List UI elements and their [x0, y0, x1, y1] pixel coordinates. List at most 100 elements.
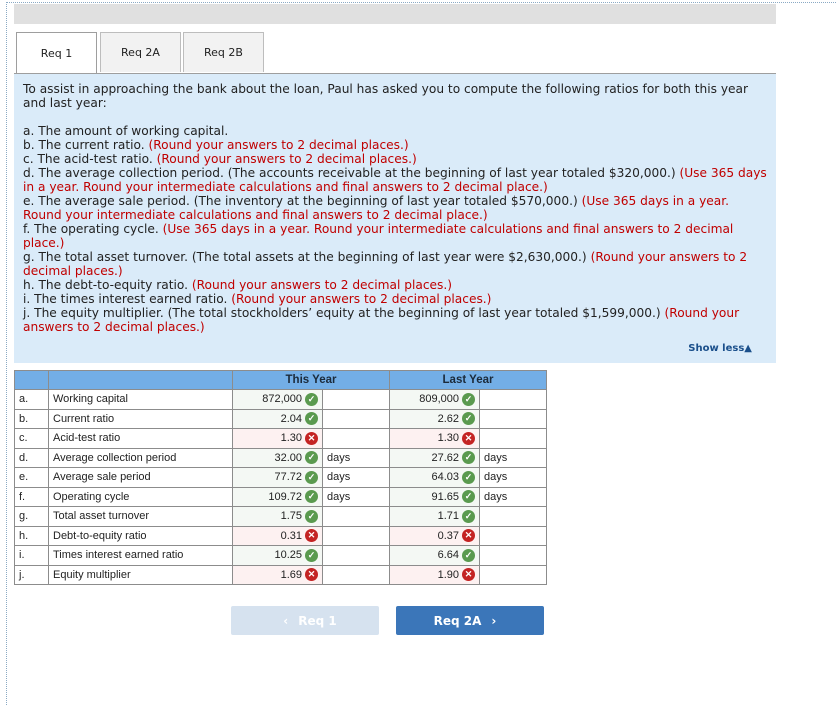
- tab-req-2a[interactable]: Req 2A: [100, 32, 181, 72]
- table-row: j. Equity multiplier 1.69 ✕ 1.90 ✕: [14, 564, 547, 585]
- this-year-value-cell[interactable]: 1.75 ✓: [232, 506, 323, 527]
- table-row: e. Average sale period 77.72 ✓ days 64.03 ✓ day…: [14, 467, 547, 488]
- last-year-unit: [479, 564, 547, 585]
- row-label: Total asset turnover: [48, 506, 233, 527]
- instruction-item: g. The total asset turnover. (The total …: [23, 250, 767, 278]
- row-letter: e.: [14, 467, 49, 488]
- this-year-value[interactable]: 0.31: [281, 530, 305, 542]
- last-year-value-cell[interactable]: 2.62 ✓: [389, 408, 480, 429]
- table-row: f. Operating cycle 109.72 ✓ days 91.65 ✓ days: [14, 486, 547, 507]
- last-year-value[interactable]: 1.30: [438, 432, 462, 444]
- last-year-unit: [479, 408, 547, 429]
- row-label: Times interest earned ratio: [48, 545, 233, 566]
- last-year-value[interactable]: 27.62: [431, 452, 462, 464]
- header-letter: [14, 370, 49, 390]
- last-year-value[interactable]: 6.64: [438, 549, 462, 561]
- this-year-value-cell[interactable]: 872,000 ✓: [232, 389, 323, 410]
- this-year-value[interactable]: 10.25: [274, 549, 305, 561]
- this-year-unit: [322, 506, 390, 527]
- this-year-unit: [322, 408, 390, 429]
- last-year-value-cell[interactable]: 1.30 ✕: [389, 428, 480, 449]
- this-year-value[interactable]: 77.72: [274, 471, 305, 483]
- this-year-value[interactable]: 1.30: [281, 432, 305, 444]
- this-year-value[interactable]: 32.00: [274, 452, 305, 464]
- row-label: Debt-to-equity ratio: [48, 525, 233, 546]
- this-year-value[interactable]: 109.72: [268, 491, 305, 503]
- this-year-value[interactable]: 1.75: [281, 510, 305, 522]
- this-year-value-cell[interactable]: 1.30 ✕: [232, 428, 323, 449]
- this-year-unit: days: [322, 447, 390, 468]
- last-year-value-cell[interactable]: 27.62 ✓: [389, 447, 480, 468]
- row-label: Working capital: [48, 389, 233, 410]
- ratios-table: This Year Last Year a. Working capital 872…: [14, 370, 547, 585]
- check-icon: ✓: [305, 412, 318, 426]
- last-year-value-cell[interactable]: 809,000 ✓: [389, 389, 480, 410]
- this-year-unit: [322, 545, 390, 566]
- check-icon: ✓: [305, 470, 318, 484]
- instruction-text: c. The acid-test ratio.: [23, 152, 153, 166]
- last-year-value-cell[interactable]: 64.03 ✓: [389, 467, 480, 488]
- this-year-value-cell[interactable]: 32.00 ✓: [232, 447, 323, 468]
- instruction-item: i. The times interest earned ratio. (Rou…: [23, 292, 767, 306]
- last-year-value-cell[interactable]: 0.37 ✕: [389, 525, 480, 546]
- check-icon: ✓: [462, 548, 475, 562]
- this-year-value-cell[interactable]: 109.72 ✓: [232, 486, 323, 507]
- last-year-unit: [479, 389, 547, 410]
- instruction-note: (Round your answers to 2 decimal places.…: [191, 278, 453, 292]
- last-year-value-cell[interactable]: 1.71 ✓: [389, 506, 480, 527]
- last-year-value[interactable]: 809,000: [419, 393, 462, 405]
- check-icon: ✓: [305, 509, 318, 523]
- last-year-value[interactable]: 2.62: [438, 413, 462, 425]
- this-year-value-cell[interactable]: 77.72 ✓: [232, 467, 323, 488]
- row-letter: b.: [14, 408, 49, 429]
- row-letter: d.: [14, 447, 49, 468]
- row-letter: j.: [14, 564, 49, 585]
- row-label: Average sale period: [48, 467, 233, 488]
- tab-req-2b[interactable]: Req 2B: [183, 32, 264, 72]
- row-letter: c.: [14, 428, 49, 449]
- this-year-unit: [322, 564, 390, 585]
- table-row: g. Total asset turnover 1.75 ✓ 1.71 ✓: [14, 506, 547, 527]
- this-year-value-cell[interactable]: 10.25 ✓: [232, 545, 323, 566]
- row-label: Equity multiplier: [48, 564, 233, 585]
- check-icon: ✓: [305, 548, 318, 562]
- last-year-unit: [479, 428, 547, 449]
- prev-req-button[interactable]: ‹ Req 1: [231, 606, 379, 635]
- last-year-value[interactable]: 91.65: [431, 491, 462, 503]
- this-year-value[interactable]: 1.69: [281, 569, 305, 581]
- row-label: Operating cycle: [48, 486, 233, 507]
- this-year-value-cell[interactable]: 2.04 ✓: [232, 408, 323, 429]
- show-less-link[interactable]: Show less▲: [688, 342, 752, 356]
- top-bar: [14, 4, 776, 24]
- tab-req-1[interactable]: Req 1: [16, 32, 97, 74]
- row-label: Average collection period: [48, 447, 233, 468]
- chevron-left-icon: ‹: [283, 613, 289, 628]
- cross-icon: ✕: [462, 431, 475, 445]
- last-year-unit: days: [479, 447, 547, 468]
- instruction-item: b. The current ratio. (Round your answer…: [23, 138, 767, 152]
- instruction-text: a. The amount of working capital.: [23, 124, 229, 138]
- next-req-button[interactable]: Req 2A ›: [396, 606, 544, 635]
- last-year-value-cell[interactable]: 6.64 ✓: [389, 545, 480, 566]
- last-year-value-cell[interactable]: 1.90 ✕: [389, 564, 480, 585]
- last-year-value[interactable]: 1.71: [438, 510, 462, 522]
- instruction-item: e. The average sale period. (The invento…: [23, 194, 767, 222]
- row-letter: h.: [14, 525, 49, 546]
- last-year-value[interactable]: 64.03: [431, 471, 462, 483]
- last-year-unit: days: [479, 486, 547, 507]
- show-less-label: Show less: [688, 343, 745, 354]
- instruction-text: d. The average collection period. (The a…: [23, 166, 676, 180]
- last-year-value[interactable]: 1.90: [438, 569, 462, 581]
- instruction-item: j. The equity multiplier. (The total sto…: [23, 306, 767, 334]
- this-year-value-cell[interactable]: 0.31 ✕: [232, 525, 323, 546]
- last-year-value[interactable]: 0.37: [438, 530, 462, 542]
- this-year-unit: [322, 525, 390, 546]
- instruction-item: a. The amount of working capital.: [23, 124, 767, 138]
- this-year-value-cell[interactable]: 1.69 ✕: [232, 564, 323, 585]
- this-year-value[interactable]: 872,000: [262, 393, 305, 405]
- last-year-value-cell[interactable]: 91.65 ✓: [389, 486, 480, 507]
- this-year-value[interactable]: 2.04: [281, 413, 305, 425]
- table-row: c. Acid-test ratio 1.30 ✕ 1.30 ✕: [14, 428, 547, 449]
- instruction-note: (Round your answers to 2 decimal places.…: [148, 138, 409, 152]
- cross-icon: ✕: [462, 568, 475, 582]
